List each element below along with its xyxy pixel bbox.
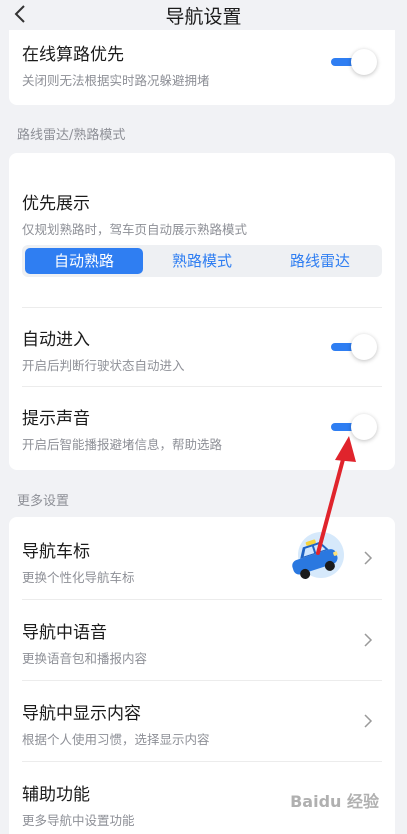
prompt-sound-toggle[interactable] — [331, 414, 377, 440]
prompt-sound-row[interactable]: 提示声音 开启后智能播报避堵信息，帮助选路 — [9, 387, 395, 470]
segment-auto-familiar[interactable]: 自动熟路 — [25, 248, 143, 274]
online-route-subtitle: 关闭则无法根据实时路况躲避拥堵 — [22, 73, 210, 88]
online-route-card: 在线算路优先 关闭则无法根据实时路况躲避拥堵 — [9, 30, 395, 105]
chevron-right-icon — [364, 551, 373, 565]
nav-car-icon-title: 导航车标 — [22, 542, 90, 562]
more-item-nav-display[interactable]: 导航中显示内容 根据个人使用习惯，选择显示内容 — [9, 681, 395, 761]
priority-segmented-control: 自动熟路 熟路模式 路线雷达 — [22, 245, 382, 277]
top-bar: 导航设置 — [0, 0, 407, 30]
segment-familiar-mode[interactable]: 熟路模式 — [143, 248, 261, 274]
auto-enter-title: 自动进入 — [22, 330, 90, 350]
more-item-nav-voice[interactable]: 导航中语音 更换语音包和播报内容 — [9, 600, 395, 680]
priority-display-row: 优先展示 仅规划熟路时，驾车页自动展示熟路模式 自动熟路 熟路模式 路线雷达 — [9, 153, 395, 307]
auto-enter-subtitle: 开启后判断行驶状态自动进入 — [22, 358, 185, 373]
online-route-title: 在线算路优先 — [22, 45, 124, 65]
nav-voice-title: 导航中语音 — [22, 623, 107, 643]
nav-car-icon-subtitle: 更换个性化导航车标 — [22, 570, 135, 585]
section-label-more: 更多设置 — [17, 494, 70, 509]
online-route-toggle[interactable] — [331, 49, 377, 75]
page-title: 导航设置 — [165, 6, 242, 28]
prompt-sound-title: 提示声音 — [22, 409, 90, 429]
nav-display-title: 导航中显示内容 — [22, 704, 141, 724]
more-settings-card: 导航车标 更换个性化导航车标 导航中语音 更换语音包和播报内容 导航中显示内容 … — [9, 517, 395, 834]
auto-enter-row[interactable]: 自动进入 开启后判断行驶状态自动进入 — [9, 308, 395, 386]
radar-settings-card: 优先展示 仅规划熟路时，驾车页自动展示熟路模式 自动熟路 熟路模式 路线雷达 自… — [9, 153, 395, 470]
blue-car-icon — [292, 532, 344, 579]
nav-display-subtitle: 根据个人使用习惯，选择显示内容 — [22, 732, 210, 747]
priority-display-title: 优先展示 — [22, 194, 90, 214]
priority-display-subtitle: 仅规划熟路时，驾车页自动展示熟路模式 — [22, 222, 248, 237]
auto-enter-toggle[interactable] — [331, 334, 377, 360]
segment-route-radar[interactable]: 路线雷达 — [261, 248, 379, 274]
baidu-watermark: Baidu 经验 — [290, 792, 379, 811]
more-item-nav-car-icon[interactable]: 导航车标 更换个性化导航车标 — [9, 517, 395, 599]
section-label-radar: 路线雷达/熟路模式 — [17, 128, 126, 143]
accessibility-title: 辅助功能 — [22, 785, 90, 805]
prompt-sound-subtitle: 开启后智能播报避堵信息，帮助选路 — [22, 437, 223, 452]
nav-voice-subtitle: 更换语音包和播报内容 — [22, 651, 148, 666]
chevron-right-icon — [364, 714, 373, 728]
online-route-row[interactable]: 在线算路优先 关闭则无法根据实时路况躲避拥堵 — [9, 30, 395, 105]
chevron-right-icon — [364, 633, 373, 647]
accessibility-subtitle: 更多导航中设置功能 — [22, 813, 135, 828]
